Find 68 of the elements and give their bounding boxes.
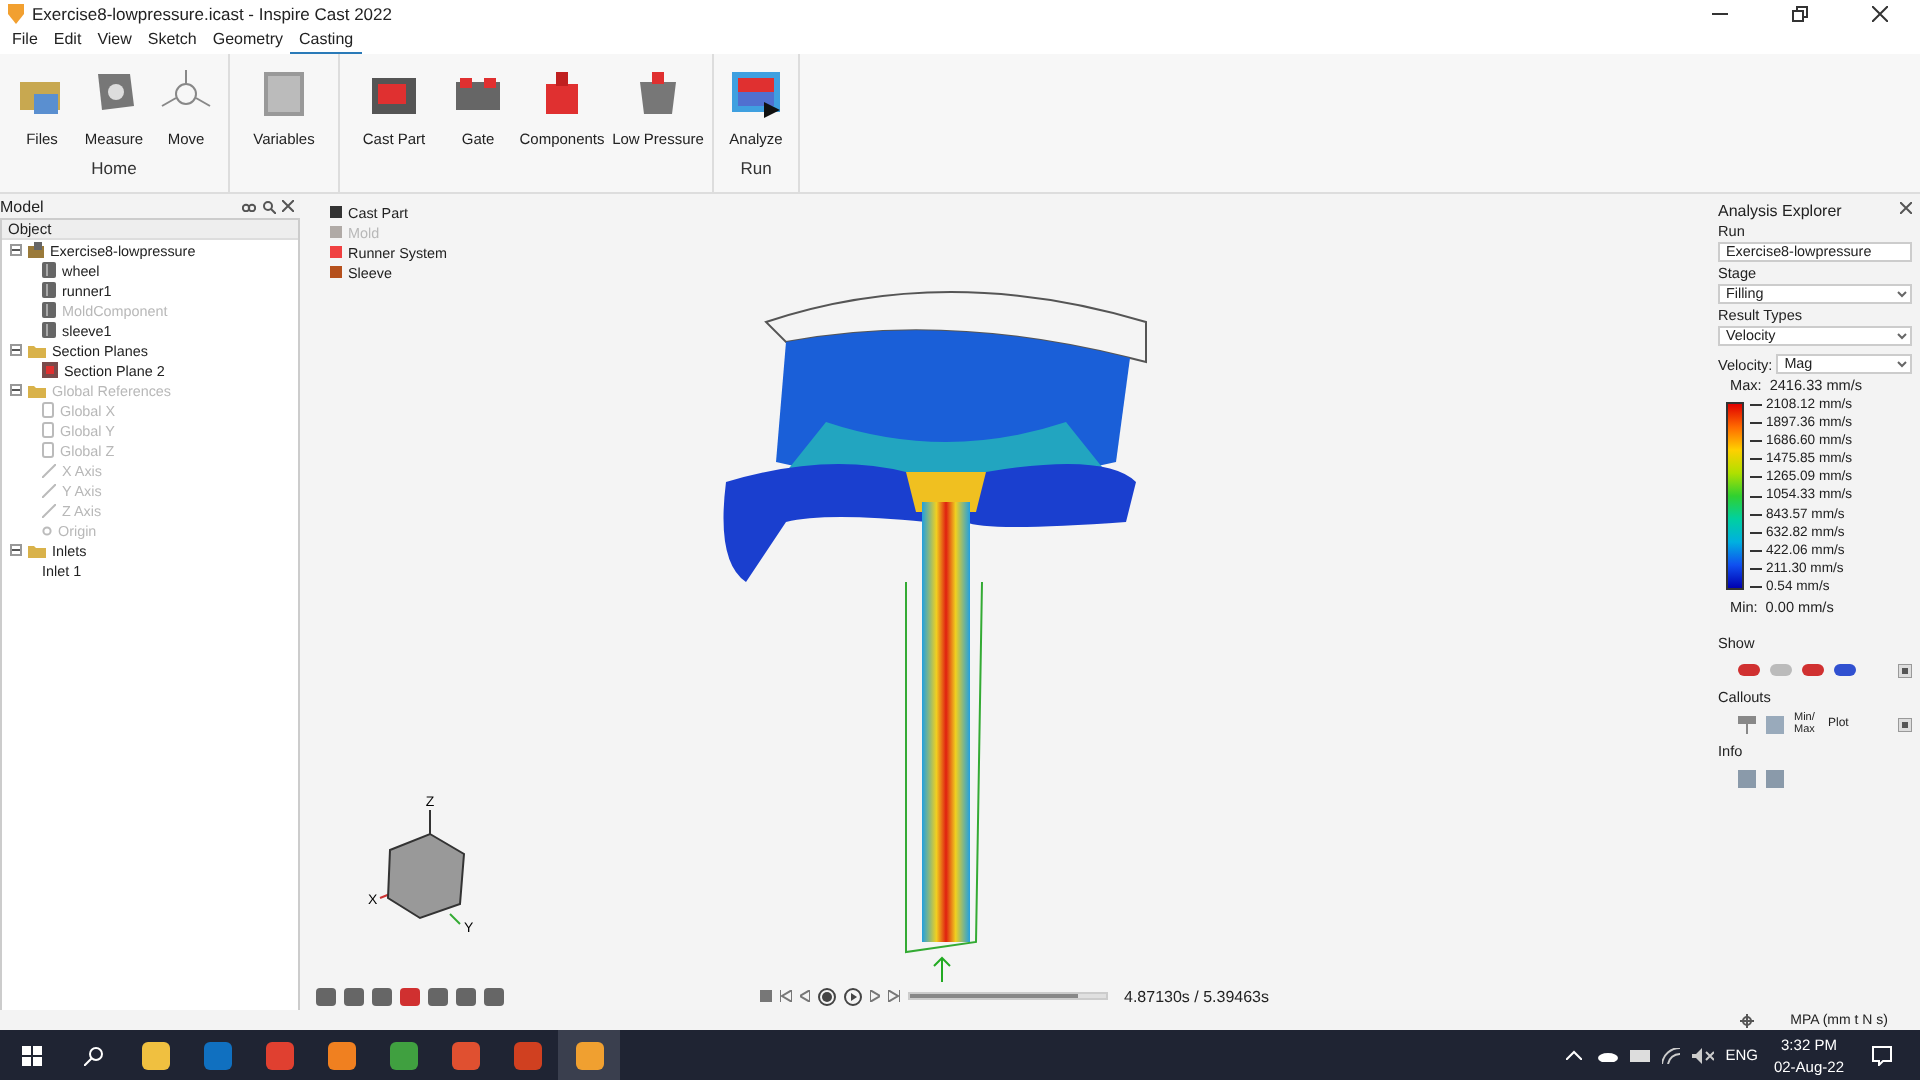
skip-forward-icon[interactable] xyxy=(888,990,900,1002)
tick-mark xyxy=(1750,404,1762,407)
ribbon-group-label: Home xyxy=(91,158,137,178)
tick-mark xyxy=(1750,585,1762,588)
crosshair-icon[interactable] xyxy=(1740,1013,1755,1027)
restore-icon[interactable] xyxy=(1792,6,1808,22)
menu-item[interactable]: Geometry xyxy=(204,28,291,54)
section-view-icon[interactable] xyxy=(372,987,392,1005)
notifications-icon[interactable] xyxy=(1872,1045,1892,1065)
tick-mark xyxy=(1750,422,1762,425)
box-view-icon[interactable] xyxy=(400,987,420,1005)
camera-view-icon[interactable] xyxy=(344,987,364,1005)
part-display-icon[interactable] xyxy=(1802,662,1824,679)
panel-title: Analysis Explorer xyxy=(1718,202,1842,220)
binoculars-icon[interactable] xyxy=(242,199,256,211)
analyze-tool-icon xyxy=(728,66,784,122)
close-icon[interactable] xyxy=(1900,202,1912,214)
playback-time: 4.87130s / 5.39463s xyxy=(1124,987,1270,1005)
step-back-icon[interactable] xyxy=(800,990,810,1002)
chevron-up-icon[interactable] xyxy=(1565,1050,1582,1060)
part-icon xyxy=(42,322,56,338)
pan-view-icon[interactable] xyxy=(456,987,476,1005)
section-plane-icon xyxy=(42,362,58,378)
step-forward-icon[interactable] xyxy=(870,990,880,1002)
collapse-toggle[interactable] xyxy=(10,244,22,256)
close-icon[interactable] xyxy=(1872,6,1888,22)
options-icon[interactable] xyxy=(1898,717,1912,732)
orbit-view-icon[interactable] xyxy=(316,987,336,1005)
record-icon[interactable] xyxy=(818,987,836,1005)
ribbon-group-label: Run xyxy=(740,158,772,178)
play-icon[interactable] xyxy=(844,987,862,1005)
tick-mark xyxy=(1750,440,1762,443)
collapse-toggle[interactable] xyxy=(10,344,22,356)
cube-view-icon[interactable] xyxy=(484,987,504,1005)
assembly-icon xyxy=(28,242,44,258)
wifi-icon[interactable] xyxy=(1661,1047,1680,1063)
part-icon xyxy=(42,282,56,298)
part-display-icon[interactable] xyxy=(1834,662,1856,679)
close-icon[interactable] xyxy=(282,199,294,211)
window-title: Exercise8-lowpressure.icast - Inspire Cast 2022 xyxy=(32,4,392,24)
app-icon[interactable] xyxy=(558,1030,620,1080)
speaker-muted-icon[interactable] xyxy=(1691,1047,1714,1063)
playback-slider[interactable] xyxy=(908,992,1108,1000)
collapse-toggle[interactable] xyxy=(10,544,22,556)
part-icon xyxy=(42,262,56,278)
tick-mark xyxy=(1750,567,1762,570)
zoom-view-icon[interactable] xyxy=(428,987,448,1005)
dropdown-caret-icon xyxy=(1894,286,1910,302)
tick-mark xyxy=(1750,531,1762,534)
part-icon xyxy=(42,302,56,318)
app-logo-icon xyxy=(8,4,24,24)
menu-item[interactable]: File xyxy=(4,28,46,54)
tick-mark xyxy=(1750,495,1762,498)
tick-mark xyxy=(1750,549,1762,552)
skip-back-icon[interactable] xyxy=(780,990,792,1002)
search-icon[interactable] xyxy=(262,199,276,213)
options-icon[interactable] xyxy=(1898,663,1912,678)
menu-item[interactable]: Edit xyxy=(45,28,90,54)
probe-icon[interactable] xyxy=(1738,715,1756,734)
menu-item[interactable]: Sketch xyxy=(139,28,205,54)
cloud-icon[interactable] xyxy=(1597,1049,1618,1061)
point-icon xyxy=(42,525,52,535)
tick-mark xyxy=(1750,476,1762,479)
panel-title: Model xyxy=(0,197,44,215)
part-display-icon[interactable] xyxy=(1738,662,1760,679)
menu-item[interactable]: View xyxy=(89,28,140,54)
tick-mark xyxy=(1750,513,1762,516)
tick-mark xyxy=(1750,458,1762,461)
